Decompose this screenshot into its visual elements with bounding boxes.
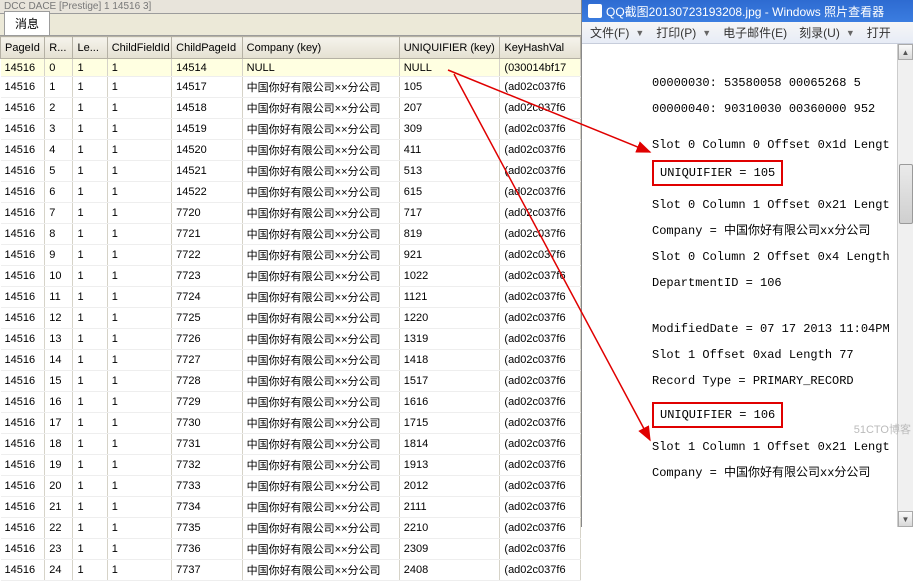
table-row[interactable]: 1451621117734中国你好有限公司××分公司2111(ad02c037f… (1, 497, 581, 518)
highlight-uniq-105: UNIQUIFIER = 105 (652, 160, 783, 186)
window-caption: DCC DACE [Prestige] 1 14516 3] (0, 0, 581, 14)
table-row[interactable]: 1451610117723中国你好有限公司××分公司1022(ad02c037f… (1, 266, 581, 287)
table-row[interactable]: 1451661114522中国你好有限公司××分公司615(ad02c037f6 (1, 182, 581, 203)
text-line: Slot 0 Column 2 Offset 0x4 Length (652, 246, 913, 268)
left-pane: DCC DACE [Prestige] 1 14516 3] 消息 PageId… (0, 0, 582, 527)
viewer-body: 00000030: 53580058 00065268 5 00000040: … (582, 44, 913, 484)
table-row[interactable]: 145169117722中国你好有限公司××分公司921(ad02c037f6 (1, 245, 581, 266)
table-row[interactable]: 1451617117730中国你好有限公司××分公司1715(ad02c037f… (1, 413, 581, 434)
text-line: Record Type = PRIMARY_RECORD (652, 370, 913, 392)
col-hash[interactable]: KeyHashVal (500, 37, 581, 59)
hex-line: 00000040: 90310030 00360000 952 (652, 98, 913, 120)
vertical-scrollbar[interactable]: ▲ ▼ (897, 44, 913, 527)
table-row[interactable]: 1451614117727中国你好有限公司××分公司1418(ad02c037f… (1, 350, 581, 371)
menu-open[interactable]: 打开 (861, 24, 897, 41)
text-line: Slot 1 Offset 0xad Length 77 (652, 344, 913, 366)
text-line: DepartmentID = 106 (652, 272, 913, 294)
table-row[interactable]: 1451623117736中国你好有限公司××分公司2309(ad02c037f… (1, 539, 581, 560)
menu-email[interactable]: 电子邮件(E) (717, 24, 793, 41)
table-row[interactable]: 1451621114518中国你好有限公司××分公司207(ad02c037f6 (1, 98, 581, 119)
table-row[interactable]: 145168117721中国你好有限公司××分公司819(ad02c037f6 (1, 224, 581, 245)
menu-print[interactable]: 打印(P) (650, 24, 702, 41)
col-childpage[interactable]: ChildPageId (172, 37, 242, 59)
text-line: Slot 0 Column 1 Offset 0x21 Lengt (652, 194, 913, 216)
table-row[interactable]: 1451619117732中国你好有限公司××分公司1913(ad02c037f… (1, 455, 581, 476)
menu-file[interactable]: 文件(F) (584, 24, 635, 41)
table-row[interactable]: 1451641114520中国你好有限公司××分公司411(ad02c037f6 (1, 140, 581, 161)
result-grid[interactable]: PageId R... Le... ChildFieldId ChildPage… (0, 36, 581, 581)
titlebar: QQ截图20130723193208.jpg - Windows 照片查看器 (582, 0, 913, 22)
scroll-down-button[interactable]: ▼ (898, 511, 913, 527)
tabs-row: 消息 (0, 14, 581, 36)
hex-line: 00000030: 53580058 00065268 5 (652, 72, 913, 94)
window-title: QQ截图20130723193208.jpg - Windows 照片查看器 (606, 3, 884, 20)
col-pageid[interactable]: PageId (1, 37, 45, 59)
scroll-up-button[interactable]: ▲ (898, 44, 913, 60)
table-row[interactable]: 1451612117725中国你好有限公司××分公司1220(ad02c037f… (1, 308, 581, 329)
tab-messages[interactable]: 消息 (4, 11, 50, 35)
scroll-thumb[interactable] (899, 164, 913, 224)
text-line: Slot 0 Column 0 Offset 0x1d Lengt (652, 134, 913, 156)
menu-burn[interactable]: 刻录(U) (793, 24, 846, 41)
table-row[interactable]: 1451611117724中国你好有限公司××分公司1121(ad02c037f… (1, 287, 581, 308)
col-childfield[interactable]: ChildFieldId (107, 37, 171, 59)
table-row[interactable]: 1451618117731中国你好有限公司××分公司1814(ad02c037f… (1, 434, 581, 455)
table-row[interactable]: 1451615117728中国你好有限公司××分公司1517(ad02c037f… (1, 371, 581, 392)
col-r[interactable]: R... (45, 37, 73, 59)
table-row[interactable]: 1451624117737中国你好有限公司××分公司2408(ad02c037f… (1, 560, 581, 581)
app-icon (588, 4, 602, 18)
menubar: 文件(F)▼ 打印(P)▼ 电子邮件(E) 刻录(U)▼ 打开 (582, 22, 913, 44)
text-line: Slot 1 Column 1 Offset 0x21 Lengt (652, 436, 913, 458)
col-company[interactable]: Company (key) (242, 37, 399, 59)
text-line: Company = 中国你好有限公司xx分公司 (652, 462, 913, 484)
table-row[interactable]: 1451601114514NULLNULL(030014bf17 (1, 59, 581, 77)
table-row[interactable]: 1451622117735中国你好有限公司××分公司2210(ad02c037f… (1, 518, 581, 539)
table-row[interactable]: 1451616117729中国你好有限公司××分公司1616(ad02c037f… (1, 392, 581, 413)
table-row[interactable]: 1451620117733中国你好有限公司××分公司2012(ad02c037f… (1, 476, 581, 497)
table-row[interactable]: 1451651114521中国你好有限公司××分公司513(ad02c037f6 (1, 161, 581, 182)
text-line: Company = 中国你好有限公司xx分公司 (652, 220, 913, 242)
text-line: ModifiedDate = 07 17 2013 11:04PM (652, 318, 913, 340)
col-le[interactable]: Le... (73, 37, 107, 59)
table-row[interactable]: 1451631114519中国你好有限公司××分公司309(ad02c037f6 (1, 119, 581, 140)
photo-viewer: QQ截图20130723193208.jpg - Windows 照片查看器 文… (582, 0, 913, 527)
table-row[interactable]: 145167117720中国你好有限公司××分公司717(ad02c037f6 (1, 203, 581, 224)
watermark: 51CTO博客 (854, 421, 911, 437)
table-row[interactable]: 1451613117726中国你好有限公司××分公司1319(ad02c037f… (1, 329, 581, 350)
col-uniq[interactable]: UNIQUIFIER (key) (399, 37, 500, 59)
highlight-uniq-106: UNIQUIFIER = 106 (652, 402, 783, 428)
table-row[interactable]: 1451611114517中国你好有限公司××分公司105(ad02c037f6 (1, 77, 581, 98)
